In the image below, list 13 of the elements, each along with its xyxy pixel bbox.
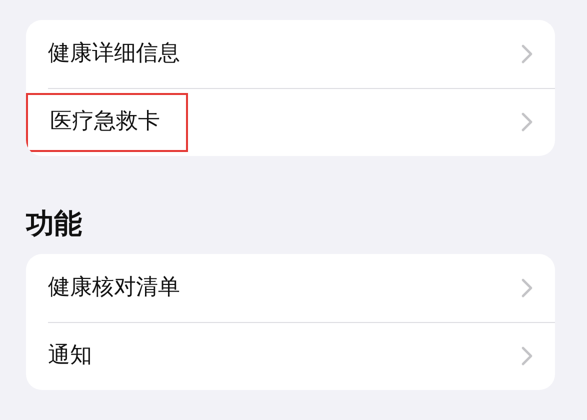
- chevron-icon: [521, 346, 533, 366]
- chevron-icon: [521, 278, 533, 298]
- item-label: 通知: [48, 342, 92, 370]
- list-item[interactable]: 健康核对清单: [26, 254, 555, 322]
- list-item[interactable]: 健康详细信息: [26, 20, 555, 88]
- list-item[interactable]: 医疗急救卡: [26, 88, 555, 156]
- item-label: 健康详细信息: [48, 40, 180, 68]
- chevron-icon: [521, 112, 533, 132]
- section-title: 功能: [26, 206, 83, 242]
- item-label: 健康核对清单: [48, 274, 180, 302]
- chevron-icon: [521, 44, 533, 64]
- item-label: 医疗急救卡: [28, 94, 186, 150]
- list-item[interactable]: 通知: [26, 322, 555, 390]
